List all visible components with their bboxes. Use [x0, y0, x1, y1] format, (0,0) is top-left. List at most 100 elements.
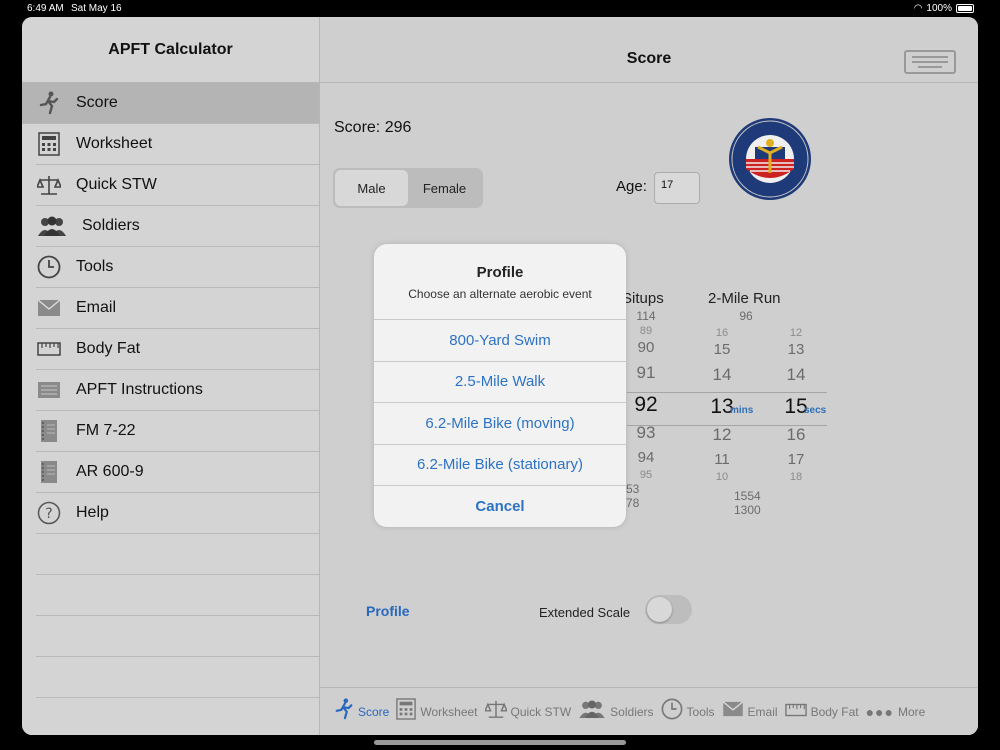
picker-value: 16	[786, 425, 806, 444]
fitness-excellence-badge	[729, 118, 811, 200]
sidebar-item-body-fat[interactable]: Body Fat	[36, 329, 319, 370]
extended-scale-toggle[interactable]	[645, 595, 692, 624]
picker-value: 12	[712, 425, 732, 444]
score-value: Score: 296	[334, 119, 412, 136]
home-indicator[interactable]	[374, 740, 626, 745]
tab-score[interactable]: Score	[334, 698, 389, 725]
wifi-icon: ◠	[913, 3, 923, 14]
tab-label: Tools	[686, 704, 715, 719]
extended-scale-label: Extended Scale	[539, 605, 631, 620]
tab-more[interactable]: ●●● More	[866, 704, 926, 720]
run-extra-values: 1554 1300	[734, 489, 761, 517]
sidebar: APFT Calculator Score Worksheet Quick ST…	[22, 17, 320, 735]
sidebar-empty-row	[36, 575, 319, 616]
gender-female-option[interactable]: Female	[408, 170, 481, 206]
calculator-icon	[36, 131, 62, 157]
sidebar-item-email[interactable]: Email	[36, 288, 319, 329]
scale-icon	[483, 699, 508, 724]
age-field[interactable]: 17	[654, 172, 700, 204]
picker-value: 89	[639, 325, 653, 337]
sidebar-empty-row	[36, 657, 319, 698]
sidebar-item-soldiers[interactable]: Soldiers	[36, 206, 319, 247]
envelope-icon	[722, 701, 744, 722]
profile-link[interactable]: Profile	[366, 603, 410, 619]
tab-body-fat[interactable]: Body Fat	[784, 702, 859, 722]
sidebar-item-help[interactable]: ? Help	[36, 493, 319, 534]
gender-male-option[interactable]: Male	[335, 170, 408, 206]
action-sheet-title: Profile	[476, 264, 524, 281]
keyboard-icon[interactable]	[904, 50, 956, 74]
situps-column-header: Situps	[622, 290, 664, 307]
sidebar-title: APFT Calculator	[22, 17, 319, 83]
option-800-yard-swim[interactable]: 800-Yard Swim	[374, 320, 626, 362]
battery-percent: 100%	[926, 3, 952, 14]
sidebar-item-label: Soldiers	[82, 217, 140, 234]
tab-label: Score	[358, 704, 390, 719]
profile-action-sheet: Profile Choose an alternate aerobic even…	[374, 244, 626, 527]
action-sheet-header: Profile Choose an alternate aerobic even…	[374, 244, 626, 320]
option-2-5-mile-walk[interactable]: 2.5-Mile Walk	[374, 362, 626, 403]
tab-tools[interactable]: Tools	[661, 698, 715, 725]
run-column-header: 2-Mile Run	[708, 290, 781, 307]
tab-email[interactable]: Email	[722, 701, 778, 722]
picker-value: 78	[626, 496, 640, 510]
sidebar-item-label: Quick STW	[76, 176, 157, 193]
tab-worksheet[interactable]: Worksheet	[396, 698, 478, 725]
runner-icon	[334, 698, 354, 725]
sidebar-item-label: Tools	[76, 258, 114, 275]
notebook-icon	[36, 418, 62, 444]
picker-value: 16	[715, 327, 729, 339]
notebook-icon	[36, 459, 62, 485]
tape-measure-icon	[36, 336, 62, 362]
option-bike-stationary[interactable]: 6.2-Mile Bike (stationary)	[374, 445, 626, 486]
status-date: Sat May 16	[71, 3, 122, 14]
tape-measure-icon	[784, 702, 807, 722]
envelope-icon	[36, 295, 62, 321]
picker-value: 10	[715, 471, 729, 483]
sidebar-item-label: Help	[76, 504, 109, 521]
tab-label: Worksheet	[420, 704, 478, 719]
picker-value: 17	[787, 451, 805, 468]
picker-value: 95	[639, 469, 653, 481]
sidebar-item-ar-600-9[interactable]: AR 600-9	[36, 452, 319, 493]
cancel-button[interactable]: Cancel	[374, 486, 626, 527]
scale-icon	[36, 172, 62, 198]
seconds-unit-label: secs	[804, 405, 827, 416]
sidebar-item-label: Body Fat	[76, 340, 141, 357]
picker-value: 15	[713, 341, 731, 358]
sidebar-item-label: AR 600-9	[76, 463, 144, 480]
sidebar-item-fm-7-22[interactable]: FM 7-22	[36, 411, 319, 452]
age-label: Age:	[616, 178, 647, 195]
tab-label: More	[897, 704, 926, 719]
status-time: 6:49 AM	[27, 3, 64, 14]
question-icon: ?	[36, 500, 62, 526]
picker-selection-line	[627, 425, 827, 426]
sidebar-item-apft-instructions[interactable]: APFT Instructions	[36, 370, 319, 411]
situps-picker[interactable]: 114 89 90 91 92 93 94 95 53 78	[626, 309, 666, 510]
runner-icon	[36, 90, 62, 116]
sidebar-item-worksheet[interactable]: Worksheet	[36, 124, 319, 165]
option-bike-moving[interactable]: 6.2-Mile Bike (moving)	[374, 403, 626, 445]
tab-label: Quick STW	[510, 704, 572, 719]
sidebar-item-label: Email	[76, 299, 117, 316]
picker-value: 13	[787, 341, 805, 358]
picker-value: 11	[714, 451, 730, 468]
status-bar: 6:49 AM Sat May 16 ◠ 100%	[0, 0, 1000, 17]
picker-value: 18	[789, 471, 803, 483]
tab-quick-stw[interactable]: Quick STW	[483, 699, 572, 724]
sidebar-item-label: Score	[76, 94, 118, 111]
tab-label: Soldiers	[610, 704, 654, 719]
run-top-value: 96	[739, 309, 753, 323]
document-icon	[36, 377, 62, 403]
sidebar-empty-row	[36, 534, 319, 575]
picker-value: 53	[626, 482, 640, 496]
sidebar-item-quick-stw[interactable]: Quick STW	[36, 165, 319, 206]
sidebar-item-tools[interactable]: Tools	[36, 247, 319, 288]
app-screen: APFT Calculator Score Worksheet Quick ST…	[22, 17, 978, 735]
picker-value: 94	[637, 449, 655, 466]
sidebar-item-label: APFT Instructions	[76, 381, 203, 398]
sidebar-item-score[interactable]: Score	[22, 83, 319, 124]
tab-soldiers[interactable]: Soldiers	[578, 700, 654, 723]
sidebar-empty-row	[36, 616, 319, 657]
clock-icon	[36, 254, 62, 280]
